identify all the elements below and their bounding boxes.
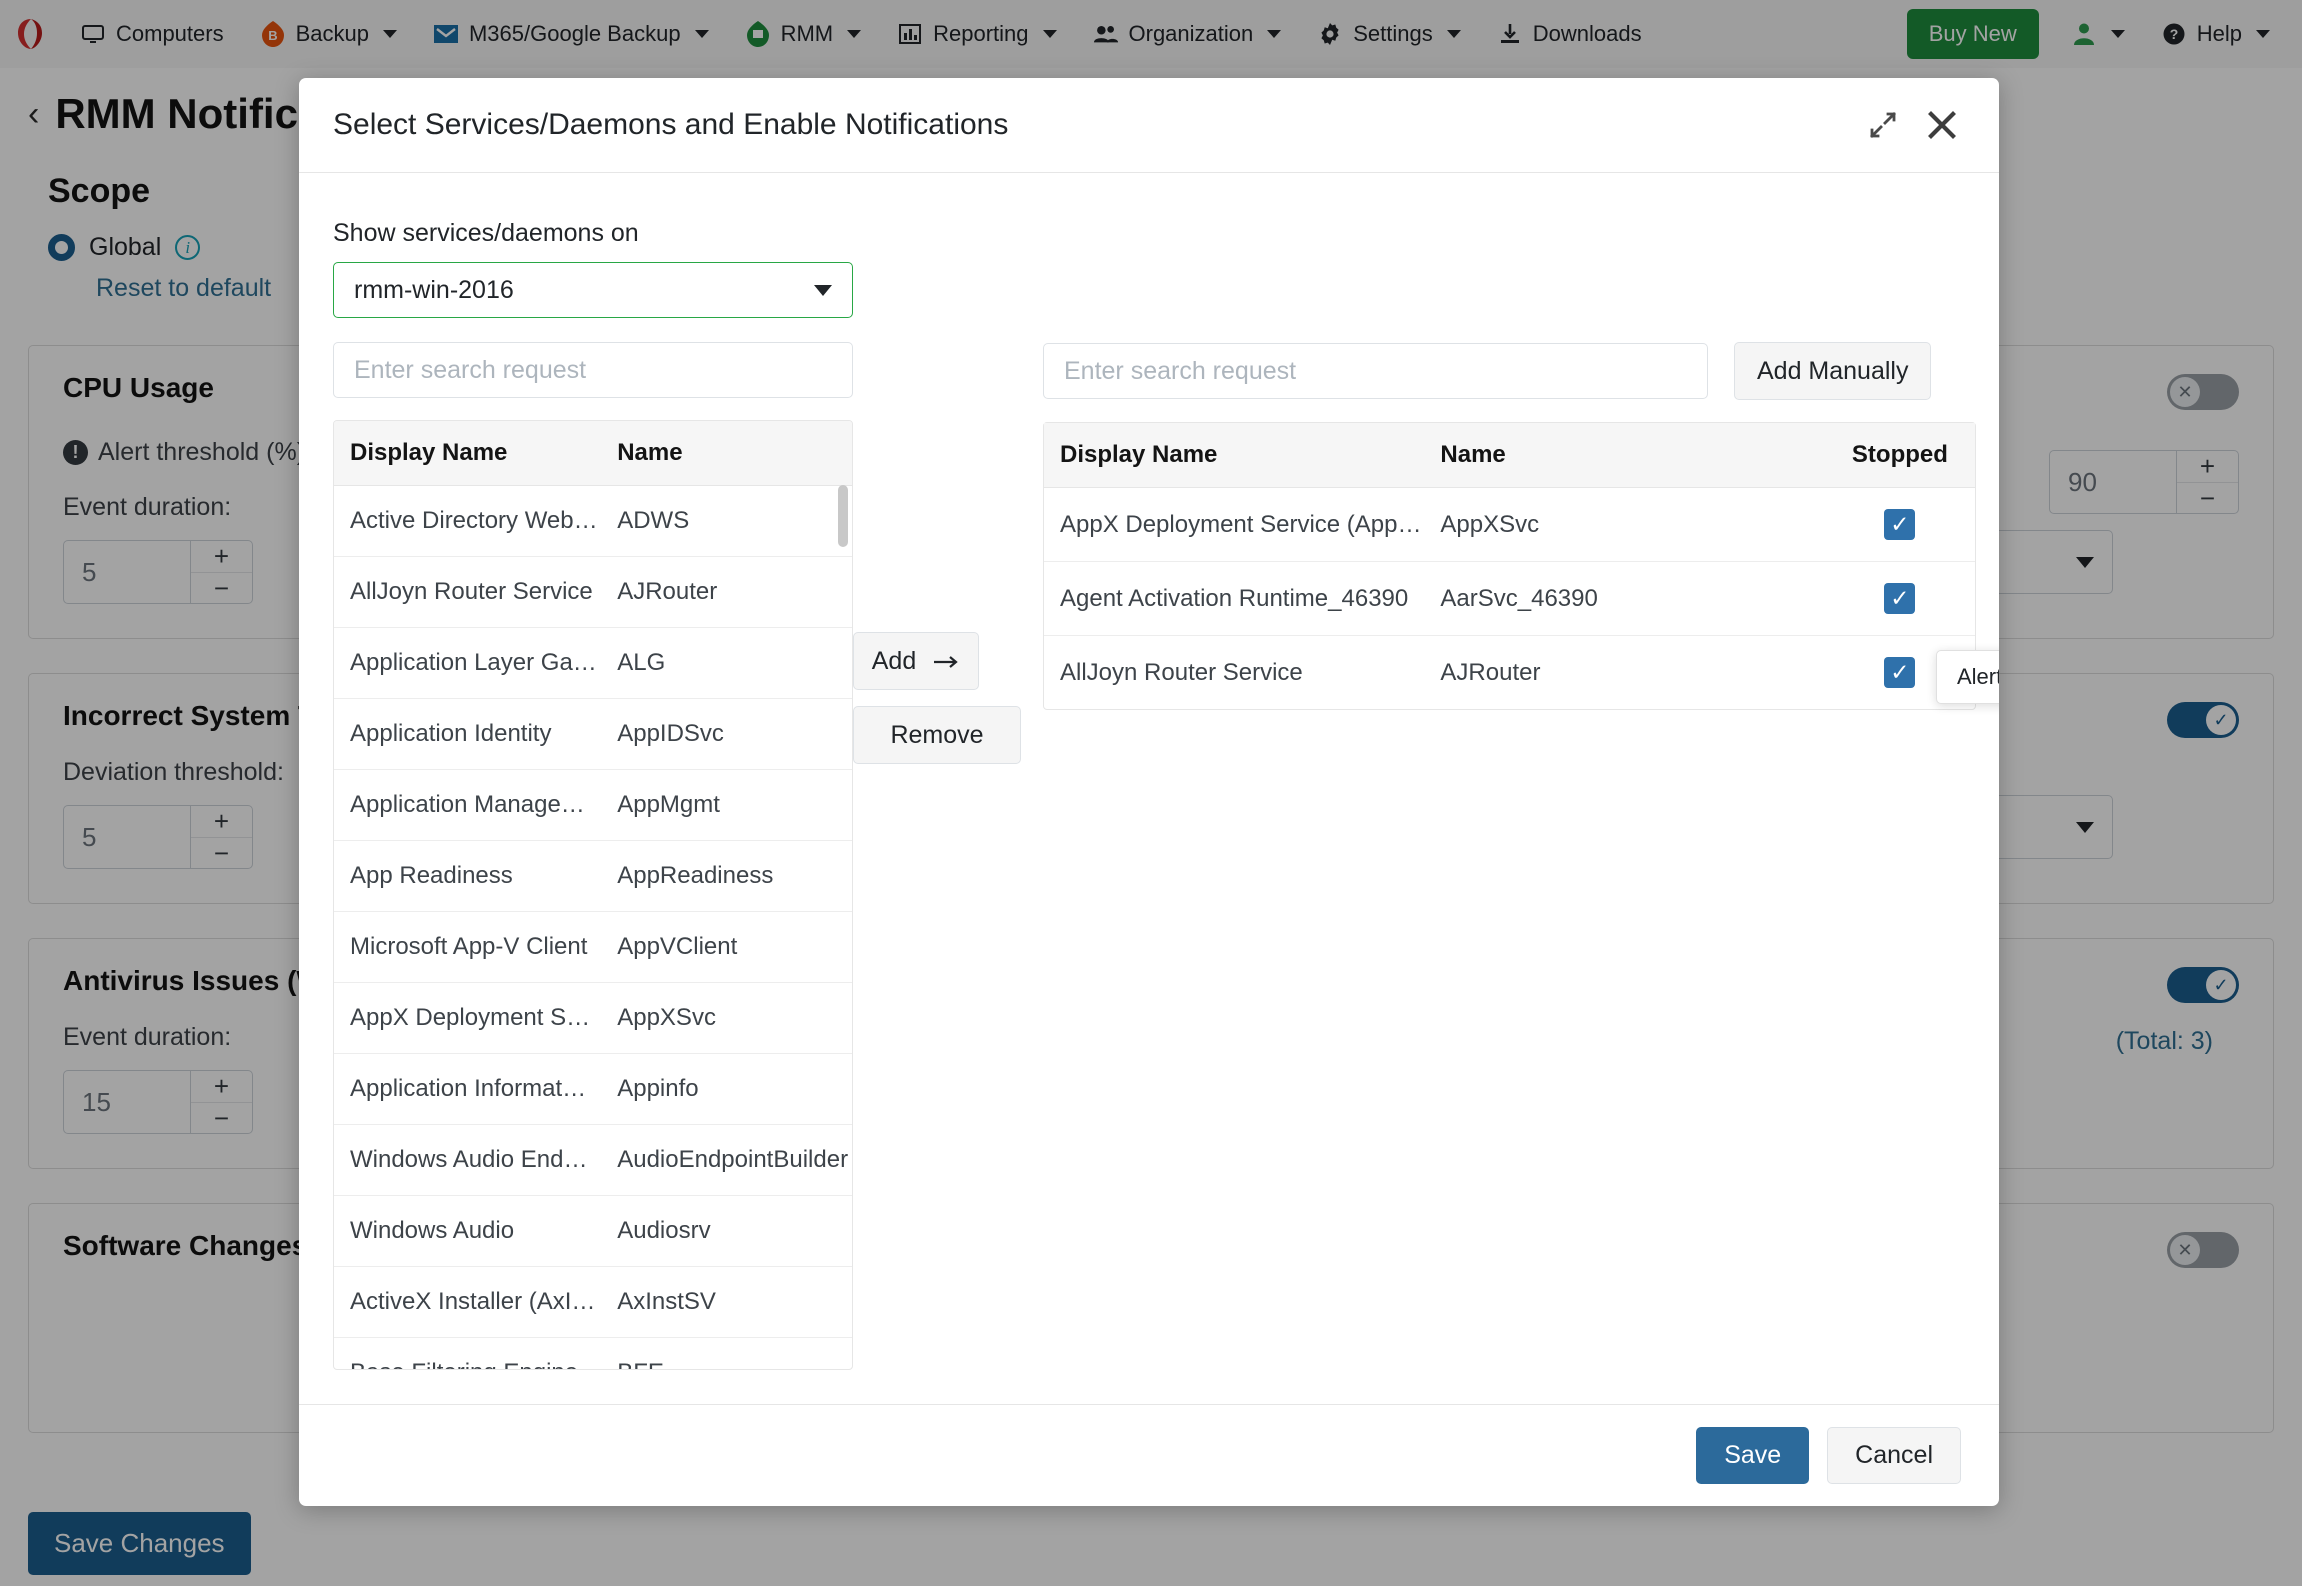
selected-services-panel: Add Manually Display Name Name Stopped A… — [1043, 342, 1976, 1370]
cell-display-name: Application Manage… — [334, 769, 602, 841]
table-body: Active Directory Web… ADWS AllJoyn Router … — [334, 485, 852, 1369]
cell-display-name: Windows Audio — [334, 1195, 602, 1267]
table-row[interactable]: AppX Deployment Service (AppXS… AppXSvc ✓ — [1044, 487, 1975, 562]
transfer-panels: Display Name Name Active Directory Web…A… — [333, 342, 1976, 1370]
table-row[interactable]: Agent Activation Runtime_46390 AarSvc_463… — [1044, 561, 1975, 636]
table-row[interactable]: ActiveX Installer (AxI… AxInstSV — [334, 1266, 852, 1338]
stopped-checkbox[interactable]: ✓ — [1884, 509, 1916, 540]
cell-display-name: AppX Deployment Se… — [334, 982, 602, 1054]
stopped-checkbox[interactable]: ✓ — [1884, 583, 1916, 614]
table-head: Display Name Name — [334, 421, 852, 486]
cell-name: AppXSvc — [601, 982, 852, 1054]
table-row[interactable]: Base Filtering EngineBFE — [334, 1338, 852, 1369]
table-row[interactable]: Application Informat… Appinfo — [334, 1053, 852, 1125]
cell-display-name: ActiveX Installer (AxI… — [334, 1266, 602, 1338]
table-row[interactable]: Application Identity AppIDSvc — [334, 698, 852, 770]
cell-display-name: Microsoft App-V Client — [334, 911, 602, 983]
remove-button[interactable]: Remove — [853, 706, 1021, 764]
selected-search-input[interactable] — [1043, 343, 1708, 399]
table-row[interactable]: Application Layer Ga… ALG — [334, 627, 852, 699]
table-header-row: Display Name Name — [334, 421, 852, 486]
cell-name: AJRouter — [601, 556, 852, 628]
table-row[interactable]: Application Manage… AppMgmt — [334, 769, 852, 841]
host-select-label: Show services/daemons on — [333, 219, 639, 247]
col-stopped: Stopped — [1824, 423, 1975, 488]
available-list-scrollbar[interactable] — [838, 485, 848, 1369]
available-search-input[interactable] — [333, 342, 853, 398]
cell-display-name: Active Directory Web… — [334, 485, 602, 557]
selected-services-table-wrap: Display Name Name Stopped AppX Deploymen… — [1043, 422, 1976, 710]
table-body: AppX Deployment Service (AppXS… AppXSvc ✓ A… — [1044, 487, 1975, 710]
table-row[interactable]: Microsoft App-V Client AppVClient — [334, 911, 852, 983]
cell-display-name: AllJoyn Router Service — [1060, 658, 1303, 686]
select-services-modal: Select Services/Daemons and Enable Notif… — [299, 78, 1999, 1506]
stopped-column-tooltip: Alert will be generated if service/daemo… — [1936, 650, 1999, 704]
chevron-down-icon — [814, 284, 832, 296]
add-manually-button[interactable]: Add Manually — [1734, 342, 1932, 400]
cell-display-name: Agent Activation Runtime_46390 — [1044, 561, 1425, 636]
cell-display-name: AllJoyn Router Service — [334, 556, 602, 628]
cell-display-name: AppX Deployment Service (AppXS… — [1044, 487, 1425, 562]
col-name: Name — [1424, 423, 1825, 488]
cell-name: Appinfo — [601, 1053, 852, 1125]
table-row[interactable]: AllJoyn Router Service AJRouter ✓ — [1044, 636, 1975, 710]
modal-title: Select Services/Daemons and Enable Notif… — [333, 108, 1009, 141]
right-search-row: Add Manually — [1043, 342, 1976, 400]
table-row[interactable]: App Readiness AppReadiness — [334, 840, 852, 912]
cell-stopped: ✓ — [1824, 487, 1975, 562]
left-search-row — [333, 342, 853, 398]
cell-name: Audiosrv — [601, 1195, 852, 1267]
host-select-value: rmm-win-2016 — [354, 275, 514, 304]
available-services-table: Display Name Name Active Directory Web… A… — [334, 421, 852, 1369]
col-display-name: Display Name — [334, 421, 602, 486]
cell-name: AJRouter — [1440, 658, 1541, 686]
transfer-controls: Add Remove — [853, 342, 1043, 1370]
expand-arrows-icon[interactable] — [1869, 111, 1897, 139]
cell-name: AppIDSvc — [601, 698, 852, 770]
cell-display-name: Windows Audio End… — [334, 1124, 602, 1196]
cell-stopped: ✓ — [1824, 561, 1975, 636]
modal-header: Select Services/Daemons and Enable Notif… — [299, 78, 1999, 173]
cell-display-name: Base Filtering Engine — [334, 1338, 601, 1369]
cell-display-name: App Readiness — [334, 840, 602, 912]
table-row[interactable]: Windows Audio End… AudioEndpointBuilder — [334, 1124, 852, 1196]
cancel-button[interactable]: Cancel — [1827, 1427, 1961, 1484]
col-display-name: Display Name — [1044, 423, 1425, 488]
add-button-label: Add — [871, 646, 917, 675]
arrow-right-icon — [934, 647, 960, 676]
cell-name: AarSvc_46390 — [1424, 561, 1825, 636]
cell-name: BFE — [601, 1338, 852, 1369]
table-row[interactable]: AppX Deployment Se… AppXSvc — [334, 982, 852, 1054]
table-header-row: Display Name Name Stopped — [1044, 423, 1975, 488]
cell-name: ADWS — [601, 485, 852, 557]
table-row[interactable]: AllJoyn Router Service AJRouter — [334, 556, 852, 628]
available-services-panel: Display Name Name Active Directory Web…A… — [333, 342, 853, 1370]
table-row[interactable]: Windows Audio Audiosrv — [334, 1195, 852, 1267]
modal-body: Show services/daemons on rmm-win-2016 Di… — [299, 173, 1999, 1404]
scrollbar-thumb[interactable] — [838, 485, 848, 547]
col-name: Name — [601, 421, 852, 486]
host-select[interactable]: rmm-win-2016 — [333, 262, 853, 318]
available-services-table-wrap: Display Name Name Active Directory Web… A… — [333, 420, 853, 1370]
cell-name: AppReadiness — [601, 840, 852, 912]
selected-services-table: Display Name Name Stopped AppX Deploymen… — [1044, 423, 1975, 709]
modal-footer: Save Cancel — [299, 1404, 1999, 1506]
close-x-icon[interactable] — [1927, 110, 1957, 140]
table-head: Display Name Name Stopped — [1044, 423, 1975, 488]
cell-display-name: Application Layer Ga… — [334, 627, 602, 699]
cell-name: AppXSvc — [1424, 487, 1825, 562]
table-row[interactable]: Active Directory Web… ADWS — [334, 485, 852, 557]
cell-display-name: Application Informat… — [334, 1053, 602, 1125]
cell-name: AppMgmt — [601, 769, 852, 841]
cell-name: AudioEndpointBuilder — [601, 1124, 852, 1196]
cell-name: AppVClient — [601, 911, 852, 983]
cell-name: AxInstSV — [601, 1266, 852, 1338]
save-button[interactable]: Save — [1696, 1427, 1810, 1484]
cell-display-name: Application Identity — [334, 698, 602, 770]
cell-name: ALG — [601, 627, 852, 699]
add-button[interactable]: Add — [853, 632, 979, 690]
stopped-checkbox[interactable]: ✓ — [1884, 657, 1916, 688]
